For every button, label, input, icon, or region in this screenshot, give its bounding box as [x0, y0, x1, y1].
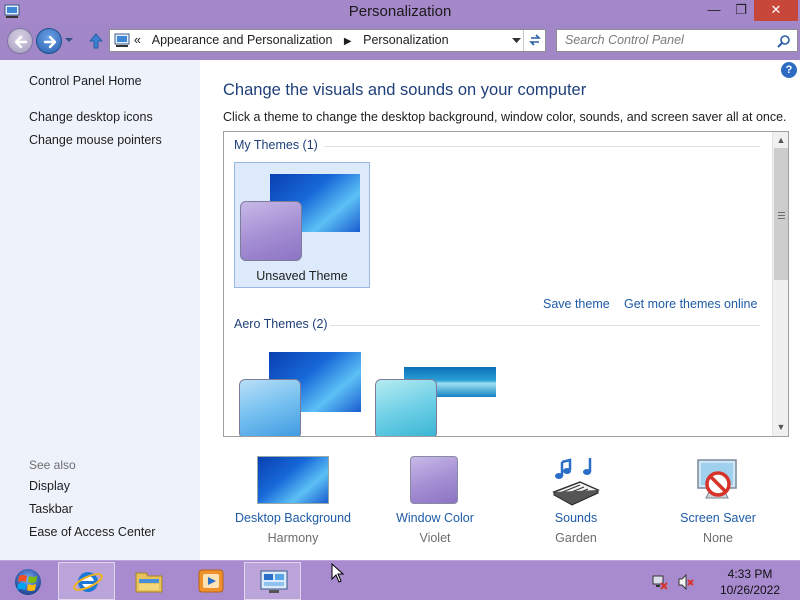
setting-label: Sounds — [554, 511, 598, 525]
control-panel-home-link[interactable]: Control Panel Home — [29, 74, 142, 88]
setting-label: Screen Saver — [680, 511, 756, 525]
setting-value: Violet — [419, 531, 451, 545]
refresh-icon — [529, 34, 541, 46]
minimize-button[interactable]: — — [700, 0, 728, 21]
scroll-up-arrow-icon[interactable]: ▲ — [773, 133, 789, 147]
scrollbar-thumb[interactable] — [774, 148, 788, 280]
taskbar: 4:33 PM 10/26/2022 — [0, 560, 800, 600]
get-more-themes-online-link[interactable]: Get more themes online — [624, 297, 757, 311]
taskbar-media-player[interactable] — [182, 562, 239, 600]
refresh-button[interactable] — [523, 30, 545, 51]
back-button[interactable] — [7, 28, 33, 54]
title-bar: Personalization — ❐ ✕ — [0, 0, 800, 24]
forward-button[interactable] — [36, 28, 62, 54]
control-panel-icon — [260, 570, 288, 593]
volume-muted-icon[interactable] — [678, 574, 694, 590]
theme-name: Unsaved Theme — [256, 269, 348, 283]
search-box[interactable] — [556, 29, 798, 52]
theme-color-swatch — [239, 379, 301, 436]
up-arrow-icon[interactable] — [88, 32, 104, 50]
scrollbar-grip-icon — [778, 212, 785, 219]
setting-label: Window Color — [396, 511, 474, 525]
sounds-icon — [552, 458, 600, 506]
taskbar-internet-explorer[interactable] — [58, 562, 115, 600]
desktop-background-icon — [257, 456, 329, 504]
theme-list-scrollbar[interactable]: ▲ ▼ — [772, 132, 788, 436]
change-desktop-icons-link[interactable]: Change desktop icons — [29, 110, 153, 124]
taskbar-file-explorer[interactable] — [120, 562, 177, 600]
back-arrow-icon — [14, 35, 28, 49]
navigation-toolbar: « Appearance and Personalization ▶ Perso… — [0, 24, 800, 58]
breadcrumb-item[interactable]: Personalization — [363, 33, 448, 47]
start-button-windows-icon[interactable] — [8, 567, 48, 597]
control-panel-icon — [114, 33, 130, 47]
breadcrumb: « Appearance and Personalization ▶ Perso… — [134, 33, 457, 47]
page-title: Change the visuals and sounds on your co… — [223, 81, 587, 99]
breadcrumb-overflow[interactable]: « — [134, 33, 141, 47]
taskbar-control-panel[interactable] — [244, 562, 301, 600]
setting-label: Desktop Background — [234, 511, 352, 525]
media-player-icon — [198, 569, 224, 593]
see-also-heading: See also — [29, 458, 76, 472]
address-dropdown-icon[interactable] — [512, 38, 521, 44]
group-divider — [330, 325, 760, 326]
screen-saver-icon — [697, 459, 737, 499]
display-link[interactable]: Display — [29, 479, 70, 493]
theme-tile-unsaved-theme[interactable]: Unsaved Theme — [234, 162, 370, 288]
ease-of-access-center-link[interactable]: Ease of Access Center — [29, 525, 155, 539]
forward-arrow-icon — [43, 35, 57, 49]
aero-themes-group-label: Aero Themes (2) — [234, 317, 328, 331]
page-instructions: Click a theme to change the desktop back… — [223, 110, 787, 124]
network-status-icon[interactable] — [652, 574, 668, 590]
clock-time: 4:33 PM — [727, 567, 773, 581]
window-title: Personalization — [348, 3, 452, 20]
setting-value: None — [703, 531, 733, 545]
save-theme-link[interactable]: Save theme — [543, 297, 610, 311]
recent-pages-chevron-icon[interactable] — [64, 35, 74, 45]
window-color-icon — [410, 456, 458, 504]
address-bar[interactable]: « Appearance and Personalization ▶ Perso… — [109, 29, 546, 52]
taskbar-link[interactable]: Taskbar — [29, 502, 73, 516]
left-navigation-pane: Control Panel Home Change desktop icons … — [0, 60, 200, 560]
setting-value: Harmony — [267, 531, 319, 545]
setting-value: Garden — [555, 531, 597, 545]
file-explorer-icon — [135, 572, 163, 593]
my-themes-group-label: My Themes (1) — [234, 138, 318, 152]
system-tray: 4:33 PM 10/26/2022 — [650, 564, 790, 598]
search-input[interactable] — [565, 33, 765, 47]
internet-explorer-icon — [73, 572, 103, 592]
close-button[interactable]: ✕ — [754, 0, 798, 21]
theme-tile-aero-2[interactable] — [370, 342, 506, 436]
maximize-button[interactable]: ❐ — [728, 0, 754, 21]
mouse-cursor-icon — [331, 563, 345, 583]
change-mouse-pointers-link[interactable]: Change mouse pointers — [29, 133, 162, 147]
theme-tile-aero-1[interactable] — [234, 342, 370, 436]
clock-date: 10/26/2022 — [719, 583, 781, 597]
breadcrumb-item[interactable]: Appearance and Personalization — [152, 33, 333, 47]
theme-list: My Themes (1) Unsaved Theme Save theme G… — [223, 131, 789, 437]
breadcrumb-separator-icon[interactable]: ▶ — [344, 36, 352, 47]
scroll-down-arrow-icon[interactable]: ▼ — [773, 420, 789, 434]
search-icon[interactable] — [777, 34, 791, 48]
clock[interactable]: 4:33 PM 10/26/2022 — [710, 566, 790, 598]
theme-color-swatch — [240, 201, 302, 261]
theme-color-swatch — [375, 379, 437, 436]
help-icon[interactable]: ? — [781, 62, 797, 78]
group-divider — [324, 146, 760, 147]
